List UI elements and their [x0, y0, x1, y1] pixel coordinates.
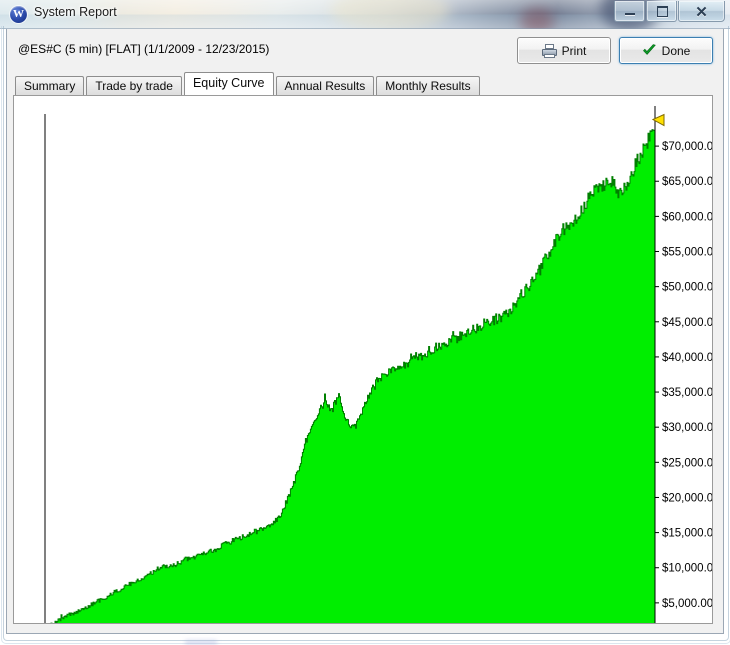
- done-button[interactable]: Done: [619, 37, 713, 64]
- window-title: System Report: [34, 5, 117, 19]
- w-logo-icon: W: [10, 6, 27, 23]
- y-axis-tick-label: $15,000.00: [662, 528, 712, 540]
- minimize-icon: [624, 13, 635, 15]
- y-axis-tick-label: $70,000.00: [662, 141, 712, 153]
- report-header-text: @ES#C (5 min) [FLAT] (1/1/2009 - 12/23/2…: [18, 42, 270, 56]
- y-axis-tick-label: $50,000.00: [662, 282, 712, 294]
- y-axis-tick-label: $20,000.00: [662, 492, 712, 504]
- tab-annual-results[interactable]: Annual Results: [275, 76, 375, 96]
- client-inner: @ES#C (5 min) [FLAT] (1/1/2009 - 12/23/2…: [7, 29, 723, 633]
- y-axis-tick-label: $55,000.00: [662, 247, 712, 259]
- tab-label: Equity Curve: [192, 76, 265, 90]
- close-button[interactable]: ✕: [678, 1, 725, 22]
- y-axis-tick-label: $45,000.00: [662, 317, 712, 329]
- tab-label: Summary: [24, 79, 76, 93]
- print-button-label: Print: [561, 43, 587, 58]
- tab-trade-by-trade[interactable]: Trade by trade: [86, 76, 182, 96]
- tab-label: Monthly Results: [385, 79, 471, 93]
- tab-summary[interactable]: Summary: [15, 76, 85, 96]
- report-action-buttons: Print Done: [517, 37, 713, 64]
- equity-area: [50, 127, 656, 623]
- y-axis-tick-label: $35,000.00: [662, 387, 712, 399]
- checkmark-icon: [642, 44, 656, 55]
- close-icon: ✕: [695, 4, 708, 21]
- tab-label: Trade by trade: [95, 79, 173, 93]
- system-report-window: W System Report ✕ @ES#C (5 min) [FLAT] (…: [0, 0, 730, 645]
- window-client-area: @ES#C (5 min) [FLAT] (1/1/2009 - 12/23/2…: [6, 29, 724, 634]
- desktop-backdrop-smudge: [185, 640, 217, 645]
- y-axis-tick-label: $40,000.00: [662, 352, 712, 364]
- window-controls: ✕: [613, 1, 725, 22]
- print-button[interactable]: Print: [517, 37, 611, 64]
- titlebar-backdrop-blur: [520, 8, 554, 29]
- done-button-label: Done: [661, 43, 691, 58]
- titlebar-backdrop-blur: [330, 0, 450, 29]
- tab-monthly-results[interactable]: Monthly Results: [376, 76, 480, 96]
- y-axis-tick-label: $30,000.00: [662, 422, 712, 434]
- minimize-button[interactable]: [614, 1, 645, 22]
- tab-label: Annual Results: [284, 79, 366, 93]
- equity-curve-panel[interactable]: $5,000.00 $10,000.00 $15,000.00 $20,000.00 $…: [13, 95, 713, 624]
- y-axis-tick-label: $65,000.00: [662, 176, 712, 188]
- printer-icon: [541, 44, 557, 58]
- window-titlebar[interactable]: W System Report ✕: [0, 0, 730, 29]
- tab-equity-curve[interactable]: Equity Curve: [183, 72, 274, 95]
- equity-curve-chart: $5,000.00 $10,000.00 $15,000.00 $20,000.00 $…: [44, 106, 712, 623]
- y-axis-tick-label: $10,000.00: [662, 563, 712, 575]
- y-axis-tick-label: $5,000.00: [662, 598, 712, 610]
- report-tabs: Summary Trade by trade Equity Curve Annu…: [15, 72, 482, 96]
- maximize-button[interactable]: [646, 1, 677, 22]
- y-axis-tick-label: $60,000.00: [662, 211, 712, 223]
- maximize-icon: [656, 6, 668, 17]
- y-axis-tick-label: $25,000.00: [662, 457, 712, 469]
